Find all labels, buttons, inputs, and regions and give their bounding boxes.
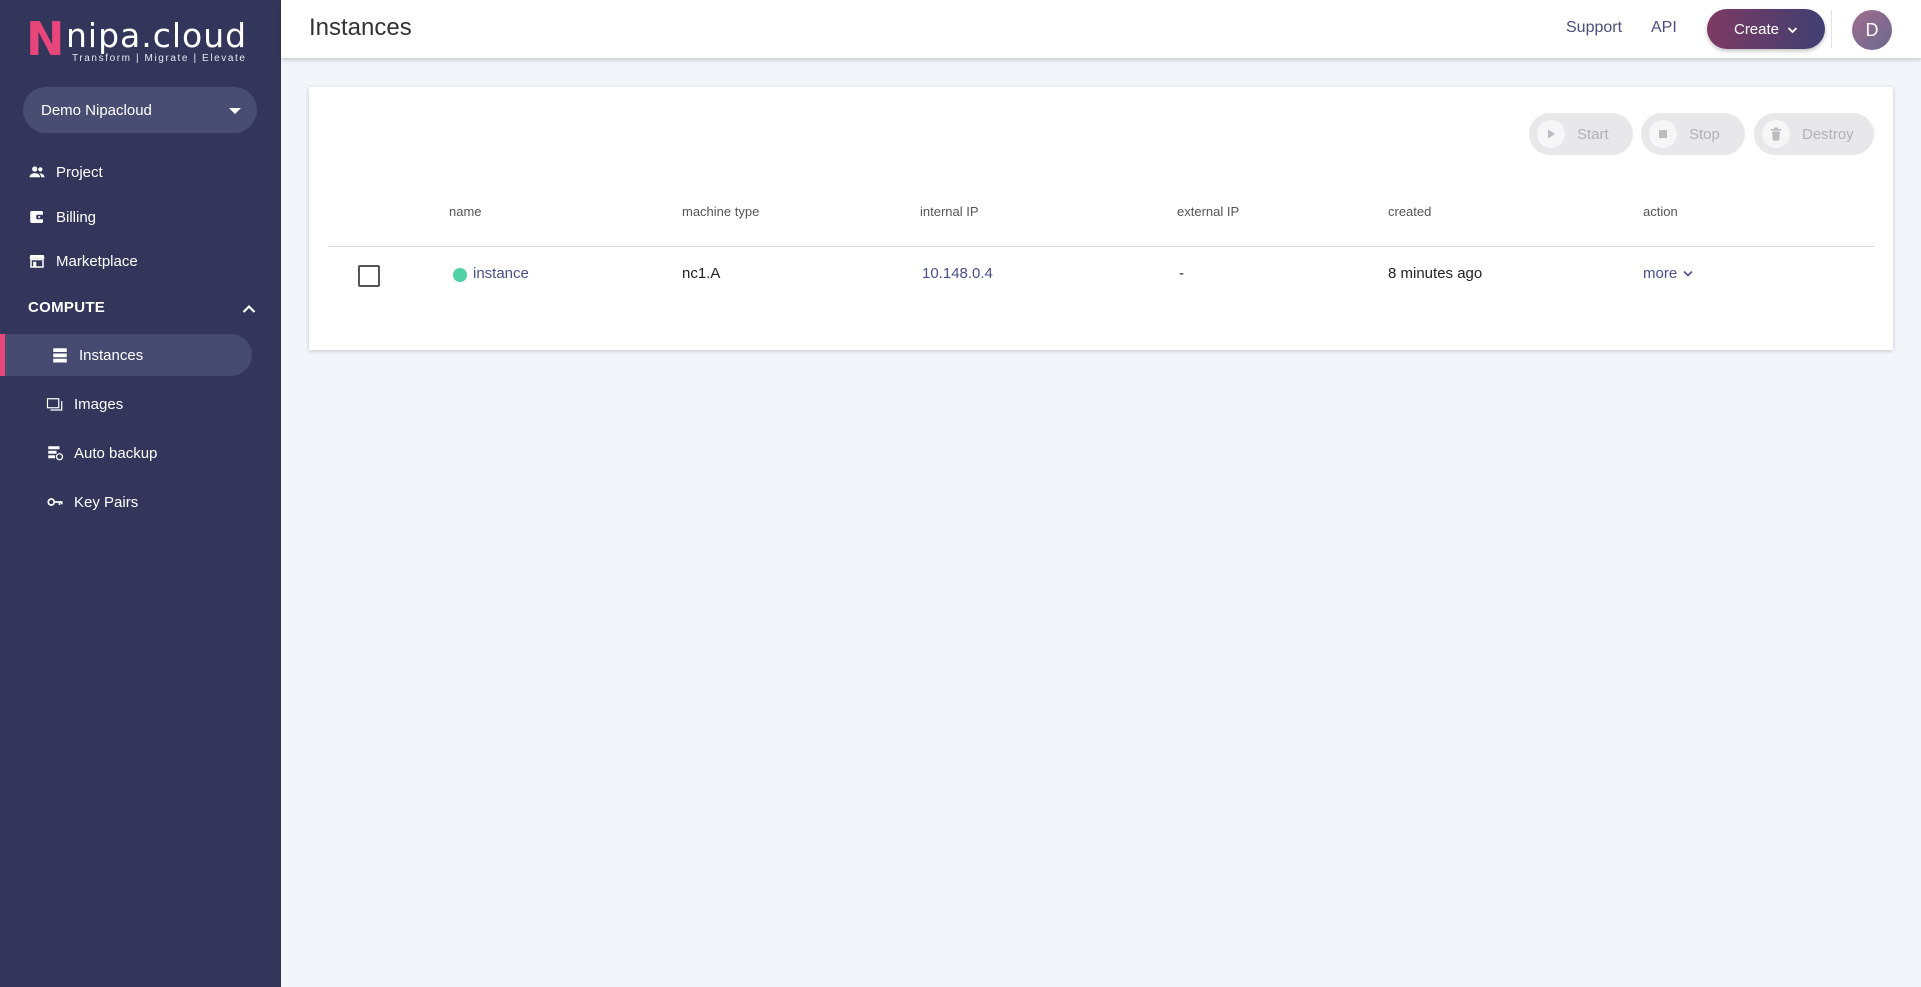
organization-select[interactable]: Demo Nipacloud xyxy=(23,87,257,133)
sidebar-item-marketplace[interactable]: Marketplace xyxy=(28,248,138,274)
status-running-indicator xyxy=(453,268,467,282)
people-icon xyxy=(28,163,46,181)
sidebar-item-instances[interactable]: Instances xyxy=(0,334,252,376)
row-select-checkbox[interactable] xyxy=(358,265,380,287)
column-header-action: action xyxy=(1643,204,1678,219)
chevron-down-icon xyxy=(1787,21,1798,38)
chevron-up-icon xyxy=(242,301,256,318)
sidebar-item-label: Key Pairs xyxy=(74,493,139,511)
store-icon xyxy=(28,252,46,270)
logo-text: nipa.cloud xyxy=(66,16,248,55)
image-stack-icon xyxy=(46,395,64,413)
compute-section-header[interactable]: COMPUTE xyxy=(28,295,258,319)
start-button-label: Start xyxy=(1577,125,1609,143)
compute-section-label: COMPUTE xyxy=(28,298,106,316)
stop-button[interactable]: Stop xyxy=(1641,113,1745,155)
stop-icon xyxy=(1649,120,1677,148)
chevron-down-icon xyxy=(1683,270,1693,277)
internal-ip-link[interactable]: 10.148.0.4 xyxy=(922,265,993,282)
destroy-button-label: Destroy xyxy=(1802,125,1854,143)
sidebar-item-label: Marketplace xyxy=(56,252,138,270)
more-actions-dropdown[interactable]: more xyxy=(1643,265,1693,282)
header-divider xyxy=(1831,10,1832,48)
user-avatar[interactable]: D xyxy=(1852,10,1892,50)
api-link[interactable]: API xyxy=(1651,19,1677,37)
backup-icon xyxy=(46,444,64,462)
caret-down-icon xyxy=(229,108,241,114)
sidebar: N nipa.cloud Transform | Migrate | Eleva… xyxy=(0,0,281,987)
sidebar-item-auto-backup[interactable]: Auto backup xyxy=(0,432,252,474)
sidebar-item-label: Billing xyxy=(56,208,97,226)
logo-tagline: Transform | Migrate | Elevate xyxy=(72,53,247,64)
logo-letter: N xyxy=(26,12,65,66)
wallet-icon xyxy=(28,208,46,226)
sidebar-item-label: Images xyxy=(74,395,124,413)
top-header: Instances Support API Create D xyxy=(281,0,1921,58)
server-icon xyxy=(51,346,69,364)
create-button-label: Create xyxy=(1733,20,1780,38)
support-link[interactable]: Support xyxy=(1566,19,1622,37)
organization-select-value: Demo Nipacloud xyxy=(41,101,152,119)
created-cell: 8 minutes ago xyxy=(1388,265,1483,282)
more-actions-label: more xyxy=(1643,265,1678,282)
column-header-machine-type: machine type xyxy=(682,204,760,219)
machine-type-cell: nc1.A xyxy=(682,265,721,282)
column-header-name: name xyxy=(449,204,482,219)
destroy-button[interactable]: Destroy xyxy=(1754,113,1874,155)
sidebar-item-project[interactable]: Project xyxy=(28,159,103,185)
sidebar-item-key-pairs[interactable]: Key Pairs xyxy=(0,481,252,523)
start-button[interactable]: Start xyxy=(1529,113,1633,155)
sidebar-item-label: Auto backup xyxy=(74,444,158,462)
key-icon xyxy=(46,493,64,511)
play-icon xyxy=(1537,120,1565,148)
instance-name-link[interactable]: instance xyxy=(473,265,529,282)
nipa-cloud-logo[interactable]: N nipa.cloud Transform | Migrate | Eleva… xyxy=(26,16,246,68)
external-ip-cell: - xyxy=(1179,265,1184,282)
sidebar-item-billing[interactable]: Billing xyxy=(28,204,96,230)
sidebar-item-images[interactable]: Images xyxy=(0,383,252,425)
create-button[interactable]: Create xyxy=(1707,9,1825,49)
table-header-divider xyxy=(328,246,1874,247)
trash-icon xyxy=(1762,120,1790,148)
stop-button-label: Stop xyxy=(1689,125,1720,143)
instances-card: Start Stop Destroy name machine type int… xyxy=(309,87,1893,350)
page-title: Instances xyxy=(309,14,412,41)
column-header-created: created xyxy=(1388,204,1432,219)
sidebar-item-label: Project xyxy=(56,163,103,181)
sidebar-item-label: Instances xyxy=(79,346,144,364)
column-header-external-ip: external IP xyxy=(1177,204,1240,219)
column-header-internal-ip: internal IP xyxy=(920,204,979,219)
